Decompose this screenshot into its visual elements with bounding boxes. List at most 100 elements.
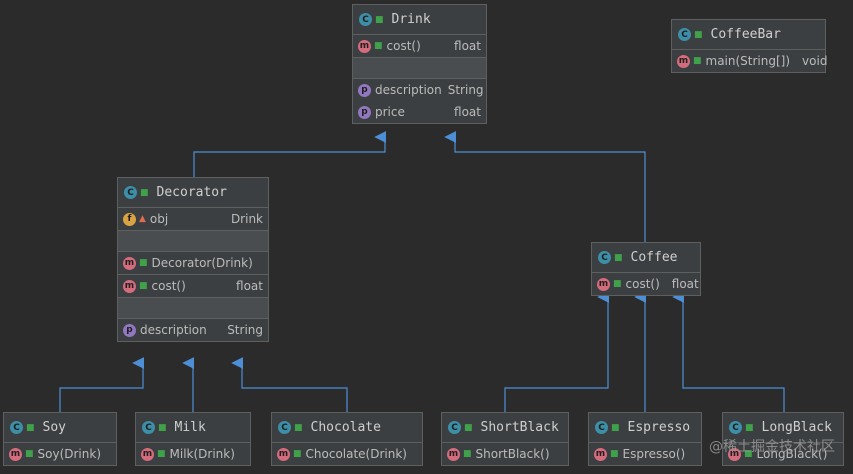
class-icon: C xyxy=(142,421,155,434)
milk-class-node[interactable]: C ■ Milk m ■ Milk(Drink) xyxy=(135,412,251,466)
member-type: float xyxy=(671,277,699,291)
soy-name: Soy xyxy=(42,420,66,435)
method-icon: m xyxy=(277,447,290,461)
drink-method-cost: m ■ cost() float xyxy=(353,35,486,57)
member-type: float xyxy=(454,39,481,53)
decorator-header: C ■ Decorator xyxy=(118,178,268,208)
edge-longblack-coffee xyxy=(672,291,785,412)
decorator-property-description: p description String xyxy=(118,318,268,341)
member-type: float xyxy=(454,105,481,119)
coffee-class-node[interactable]: C ■ Coffee m ■ cost() float xyxy=(591,242,701,296)
public-icon: ■ xyxy=(25,449,34,459)
property-icon: p xyxy=(358,105,371,119)
member-type: float xyxy=(236,279,263,293)
member-type: Drink xyxy=(230,212,263,226)
class-icon: C xyxy=(10,421,23,434)
soy-class-node[interactable]: C ■ Soy m ■ Soy(Drink) xyxy=(3,412,117,466)
edge-chocolate-decorator xyxy=(231,357,348,412)
shortblack-name: ShortBlack xyxy=(480,420,559,435)
member-name: cost() xyxy=(151,279,186,293)
public-icon: ■ xyxy=(293,449,302,459)
drink-property-description: p description String xyxy=(353,79,486,101)
method-icon: m xyxy=(597,277,610,291)
coffee-header: C ■ Coffee xyxy=(592,243,700,273)
method-icon: m xyxy=(123,279,136,293)
longblack-name: LongBlack xyxy=(761,420,832,435)
field-icon: f xyxy=(123,212,136,226)
public-icon: ■ xyxy=(140,187,149,198)
drink-class-node[interactable]: C ■ Drink m ■ cost() float p description… xyxy=(352,4,487,124)
shortblack-constructor: m ■ ShortBlack() xyxy=(442,443,568,465)
soy-constructor: m ■ Soy(Drink) xyxy=(4,443,116,465)
edge-shortblack-coffee xyxy=(504,291,610,412)
decorator-name: Decorator xyxy=(156,185,227,200)
edge-soy-decorator xyxy=(59,357,145,412)
class-icon: C xyxy=(124,186,137,199)
chocolate-header: C ■ Chocolate xyxy=(272,413,422,443)
public-icon: ■ xyxy=(614,252,623,263)
decorator-field-obj: f ▲ obj Drink xyxy=(118,208,268,230)
decorator-constructor: m ■ Decorator(Drink) xyxy=(118,251,268,274)
espresso-name: Espresso xyxy=(627,420,691,435)
method-icon: m xyxy=(594,447,607,461)
public-icon: ■ xyxy=(139,281,148,291)
soy-header: C ■ Soy xyxy=(4,413,116,443)
decorator-class-node[interactable]: C ■ Decorator f ▲ obj Drink m ■ Decorato… xyxy=(117,177,269,342)
drink-header: C ■ Drink xyxy=(353,5,486,35)
milk-constructor: m ■ Milk(Drink) xyxy=(136,443,250,465)
coffeebar-class-node[interactable]: C ■ CoffeeBar m ■ main(String[]) void xyxy=(671,19,827,73)
member-name: Soy(Drink) xyxy=(37,447,102,461)
member-name: Decorator(Drink) xyxy=(151,256,253,270)
member-name: description xyxy=(140,323,207,337)
shortblack-header: C ■ ShortBlack xyxy=(442,413,568,443)
watermark: @稀土掘金技术社区 xyxy=(709,439,835,455)
class-icon: C xyxy=(595,421,608,434)
class-icon: C xyxy=(359,13,372,26)
public-icon: ■ xyxy=(294,422,303,433)
method-icon: m xyxy=(9,447,22,461)
public-icon: ■ xyxy=(158,422,167,433)
espresso-class-node[interactable]: C ■ Espresso m ■ Espresso() xyxy=(588,412,702,466)
empty-section xyxy=(118,297,268,318)
member-name: cost() xyxy=(386,39,421,53)
decorator-method-cost: m ■ cost() float xyxy=(118,274,268,297)
public-icon: ■ xyxy=(464,422,473,433)
drink-property-price: p price float xyxy=(353,101,486,123)
member-name: ShortBlack() xyxy=(475,447,550,461)
public-icon: ■ xyxy=(139,258,148,268)
public-icon: ■ xyxy=(694,29,703,40)
member-name: Milk(Drink) xyxy=(169,447,235,461)
public-icon: ■ xyxy=(611,422,620,433)
member-name: main(String[]) xyxy=(705,54,791,68)
shortblack-class-node[interactable]: C ■ ShortBlack m ■ ShortBlack() xyxy=(441,412,569,466)
espresso-header: C ■ Espresso xyxy=(589,413,701,443)
private-icon: ▲ xyxy=(139,214,146,224)
empty-section xyxy=(353,57,486,78)
public-icon: ■ xyxy=(613,279,622,289)
class-icon: C xyxy=(448,421,461,434)
member-name: obj xyxy=(149,212,169,226)
property-icon: p xyxy=(358,83,371,97)
chocolate-class-node[interactable]: C ■ Chocolate m ■ Chocolate(Drink) xyxy=(271,412,423,466)
milk-name: Milk xyxy=(174,420,206,435)
drink-name: Drink xyxy=(391,12,431,27)
public-icon: ■ xyxy=(157,449,166,459)
class-icon: C xyxy=(278,421,291,434)
edge-decorator-drink xyxy=(193,131,387,178)
member-type: String xyxy=(447,83,484,97)
coffee-name: Coffee xyxy=(630,250,678,265)
coffeebar-method-main: m ■ main(String[]) void xyxy=(672,50,827,72)
class-icon: C xyxy=(598,251,611,264)
public-icon: ■ xyxy=(374,41,383,51)
member-name: Chocolate(Drink) xyxy=(305,447,407,461)
property-icon: p xyxy=(123,323,136,337)
member-name: price xyxy=(375,105,405,119)
member-name: Espresso() xyxy=(622,447,686,461)
public-icon: ■ xyxy=(745,422,754,433)
member-type: String xyxy=(227,323,263,337)
public-icon: ■ xyxy=(375,14,384,25)
milk-header: C ■ Milk xyxy=(136,413,250,443)
empty-section xyxy=(118,230,268,251)
class-icon: C xyxy=(729,421,742,434)
public-icon: ■ xyxy=(610,449,619,459)
